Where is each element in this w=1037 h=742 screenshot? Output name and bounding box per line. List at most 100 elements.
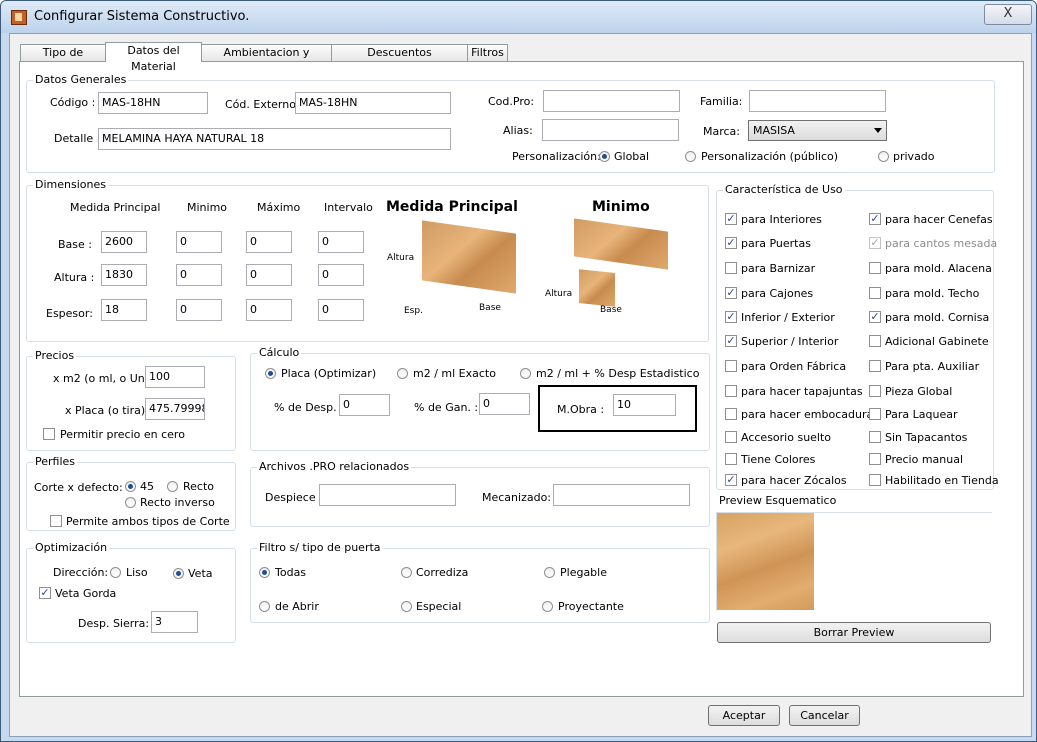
checkbox-para-mold-cornisa[interactable]: ✓ — [869, 311, 881, 323]
base-principal-input[interactable]: 2600 — [101, 231, 147, 253]
checkbox-para-cajones[interactable]: ✓ — [725, 287, 737, 299]
checkbox-para-puertas[interactable]: ✓ — [725, 237, 737, 249]
checkbox-label-para-cantos-mesada: para cantos mesada — [885, 237, 998, 250]
checkbox-para-barnizar[interactable] — [725, 262, 737, 274]
checkbox-accesorio-suelto[interactable] — [725, 431, 737, 443]
espesor-intervalo-input[interactable]: 0 — [318, 299, 364, 321]
radio-plegable[interactable] — [544, 567, 555, 578]
espesor-maximo-input[interactable]: 0 — [246, 299, 292, 321]
checkbox-para-mold-alacena[interactable] — [869, 262, 881, 274]
alias-input[interactable] — [542, 119, 679, 141]
optimizacion-title: Optimización — [33, 541, 110, 554]
checkbox-para-hacer-embocaduras[interactable] — [725, 408, 737, 420]
espesor-minimo-input[interactable]: 0 — [176, 299, 222, 321]
radio-global[interactable] — [599, 151, 610, 162]
veta-gorda-checkbox[interactable]: ✓ — [39, 587, 51, 599]
altura-maximo-input[interactable]: 0 — [246, 264, 292, 286]
radio-liso[interactable] — [110, 567, 121, 578]
despiece-input[interactable] — [319, 484, 456, 506]
checkbox-adicional-gabinete[interactable] — [869, 335, 881, 347]
checkbox-habilitado-en-tienda[interactable] — [869, 474, 881, 486]
base-maximo-input[interactable]: 0 — [246, 231, 292, 253]
mobra-label: M.Obra : — [557, 403, 605, 416]
checkbox-precio-manual[interactable] — [869, 453, 881, 465]
tab-descuentos[interactable]: Descuentos Constructivos — [331, 44, 468, 75]
altura-minimo-input[interactable]: 0 — [176, 264, 222, 286]
mobra-input[interactable]: 10 — [613, 394, 676, 416]
radio-todas[interactable] — [259, 567, 270, 578]
calculo-group: Cálculo Placa (Optimizar) m2 / ml Exacto… — [250, 346, 710, 451]
radio-proyectante[interactable] — [542, 601, 553, 612]
checkbox-pieza-global[interactable] — [869, 385, 881, 397]
checkbox-para-interiores[interactable]: ✓ — [725, 213, 737, 225]
ambos-cortes-checkbox[interactable] — [50, 515, 62, 527]
checkbox-para-orden-f-brica[interactable] — [725, 360, 737, 372]
cod-externo-input[interactable]: MAS-18HN — [295, 92, 451, 114]
panel-min-large-image — [574, 218, 668, 270]
checkbox-para-hacer-z-calos[interactable]: ✓ — [725, 474, 737, 486]
aceptar-button[interactable]: Aceptar — [708, 705, 780, 726]
detalle-input[interactable]: MELAMINA HAYA NATURAL 18 — [98, 128, 451, 150]
altura-intervalo-input[interactable]: 0 — [318, 264, 364, 286]
tab-panel: Datos Generales Código : MAS-18HN Cód. E… — [19, 61, 1024, 697]
radio-privado[interactable] — [878, 151, 889, 162]
checkbox-para-hacer-tapajuntas[interactable] — [725, 385, 737, 397]
col-minimo: Minimo — [187, 201, 228, 214]
radio-personalizacion-publico[interactable] — [685, 151, 696, 162]
radio-de-abrir-label: de Abrir — [275, 600, 319, 613]
cancelar-button[interactable]: Cancelar — [789, 705, 860, 726]
radio-m2-exacto[interactable] — [397, 368, 408, 379]
veta-gorda-label: Veta Gorda — [55, 587, 117, 600]
checkbox-label-para-puertas: para Puertas — [741, 237, 811, 250]
marca-select[interactable]: MASISA — [748, 120, 887, 141]
sierra-input[interactable]: 3 — [151, 611, 198, 633]
tab-datos-material[interactable]: Datos del Material — [105, 42, 202, 73]
precio-placa-input[interactable]: 475.799987 — [145, 398, 205, 420]
familia-input[interactable] — [749, 90, 886, 112]
tab-ambientacion[interactable]: Ambientacion y Texturas — [201, 44, 332, 75]
codigo-input[interactable]: MAS-18HN — [98, 92, 208, 114]
precio-m2-label: x m2 (o ml, o Un) : — [53, 372, 157, 385]
radio-veta[interactable] — [173, 568, 184, 579]
borrar-preview-button[interactable]: Borrar Preview — [717, 622, 991, 643]
tab-tipo-material[interactable]: Tipo de Material — [20, 44, 106, 75]
base-intervalo-input[interactable]: 0 — [318, 231, 364, 253]
radio-recto-label: Recto — [183, 480, 215, 493]
col-maximo: Máximo — [257, 201, 301, 214]
precio-m2-input[interactable]: 100 — [145, 366, 205, 388]
checkbox-sin-tapacantos[interactable] — [869, 431, 881, 443]
altura-principal-input[interactable]: 1830 — [101, 264, 147, 286]
checkbox-para-mold-techo[interactable] — [869, 287, 881, 299]
mecanizado-input[interactable] — [553, 484, 690, 506]
checkbox-para-pta-auxiliar[interactable] — [869, 360, 881, 372]
radio-especial-label: Especial — [416, 600, 462, 613]
checkbox-tiene-colores[interactable] — [725, 453, 737, 465]
title-bar[interactable]: Configurar Sistema Constructivo. X — [1, 1, 1036, 33]
checkbox-label-precio-manual: Precio manual — [885, 453, 964, 466]
radio-recto[interactable] — [167, 481, 178, 492]
radio-especial[interactable] — [401, 601, 412, 612]
checkbox-para-hacer-cenefas[interactable]: ✓ — [869, 213, 881, 225]
gan-input[interactable]: 0 — [479, 393, 530, 415]
close-button[interactable]: X — [984, 4, 1032, 25]
radio-corrediza[interactable] — [401, 567, 412, 578]
checkbox-inferior-exterior[interactable]: ✓ — [725, 311, 737, 323]
checkbox-label-adicional-gabinete: Adicional Gabinete — [885, 335, 989, 348]
radio-placa[interactable] — [265, 368, 276, 379]
desp-input[interactable]: 0 — [339, 394, 390, 416]
checkbox-label-pieza-global: Pieza Global — [885, 385, 953, 398]
tab-filtros[interactable]: Filtros — [467, 44, 508, 61]
radio-recto-inverso[interactable] — [125, 497, 136, 508]
diagram-esp: Esp. — [404, 306, 423, 316]
checkbox-superior-interior[interactable]: ✓ — [725, 335, 737, 347]
radio-de-abrir[interactable] — [259, 601, 270, 612]
codpro-input[interactable] — [543, 90, 680, 112]
checkbox-label-habilitado-en-tienda: Habilitado en Tienda — [885, 474, 999, 487]
radio-m2-desp[interactable] — [520, 368, 531, 379]
checkbox-para-cantos-mesada[interactable]: ✓ — [869, 237, 881, 249]
base-minimo-input[interactable]: 0 — [176, 231, 222, 253]
precio-cero-checkbox[interactable] — [43, 428, 55, 440]
radio-45[interactable] — [125, 481, 136, 492]
checkbox-para-laquear[interactable] — [869, 408, 881, 420]
espesor-principal-input[interactable]: 18 — [101, 299, 147, 321]
